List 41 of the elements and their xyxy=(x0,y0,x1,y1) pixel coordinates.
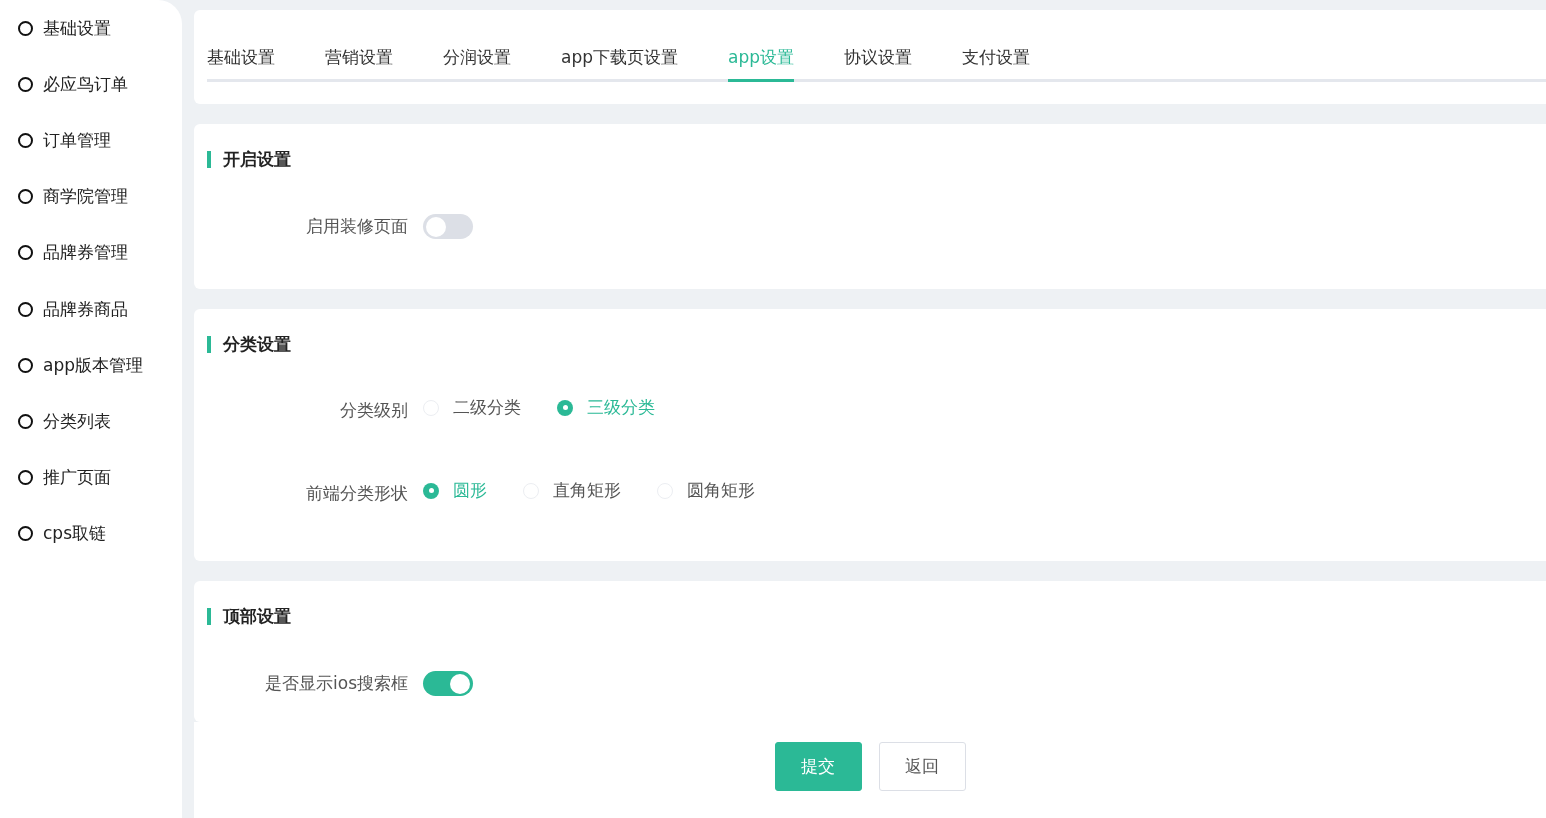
toggle-switch[interactable] xyxy=(423,671,473,696)
toggle-switch[interactable] xyxy=(423,214,473,239)
circle-icon xyxy=(18,526,33,542)
sidebar-item[interactable]: 必应鸟订单 xyxy=(43,72,128,96)
tab[interactable]: 协议设置 xyxy=(844,46,912,82)
circle-icon xyxy=(18,20,33,36)
field-label: 前端分类形状 xyxy=(305,482,409,505)
section-title: 开启设置 xyxy=(223,148,291,171)
circle-icon xyxy=(18,470,33,486)
sidebar-item[interactable]: 品牌券商品 xyxy=(43,297,128,321)
section-title: 分类设置 xyxy=(223,333,291,356)
sidebar-item[interactable]: 推广页面 xyxy=(43,466,111,490)
circle-icon xyxy=(18,132,33,148)
radio-button[interactable] xyxy=(557,399,573,416)
sidebar-item[interactable]: 分类列表 xyxy=(43,409,111,433)
circle-icon xyxy=(18,76,33,92)
radio-button[interactable] xyxy=(423,482,439,499)
circle-icon xyxy=(18,413,33,429)
circle-icon xyxy=(18,245,33,261)
field-label: 是否显示ios搜索框 xyxy=(264,672,409,695)
circle-icon xyxy=(18,189,33,205)
tab[interactable]: 支付设置 xyxy=(962,46,1030,82)
section-title: 顶部设置 xyxy=(223,605,291,628)
radio-label[interactable]: 直角矩形 xyxy=(553,479,621,502)
sidebar-item[interactable]: app版本管理 xyxy=(43,353,143,377)
radio-label[interactable]: 圆角矩形 xyxy=(687,479,755,502)
radio-label[interactable]: 二级分类 xyxy=(453,396,521,419)
sidebar-item[interactable]: 商学院管理 xyxy=(43,185,128,209)
tab[interactable]: 基础设置 xyxy=(207,46,275,82)
field-label: 启用装修页面 xyxy=(305,215,409,238)
back-button[interactable]: 返回 xyxy=(878,742,966,791)
circle-icon xyxy=(18,357,33,373)
sidebar-item[interactable]: 品牌券管理 xyxy=(43,241,128,265)
tab[interactable]: app下载页设置 xyxy=(561,46,678,82)
sidebar-item[interactable]: 订单管理 xyxy=(43,128,111,152)
sidebar-item[interactable]: 基础设置 xyxy=(43,16,111,40)
tab[interactable]: 营销设置 xyxy=(325,46,393,82)
tab[interactable]: 分润设置 xyxy=(443,46,511,82)
field-label: 分类级别 xyxy=(339,399,409,422)
sidebar-item[interactable]: cps取链 xyxy=(43,522,106,546)
circle-icon xyxy=(18,301,33,317)
